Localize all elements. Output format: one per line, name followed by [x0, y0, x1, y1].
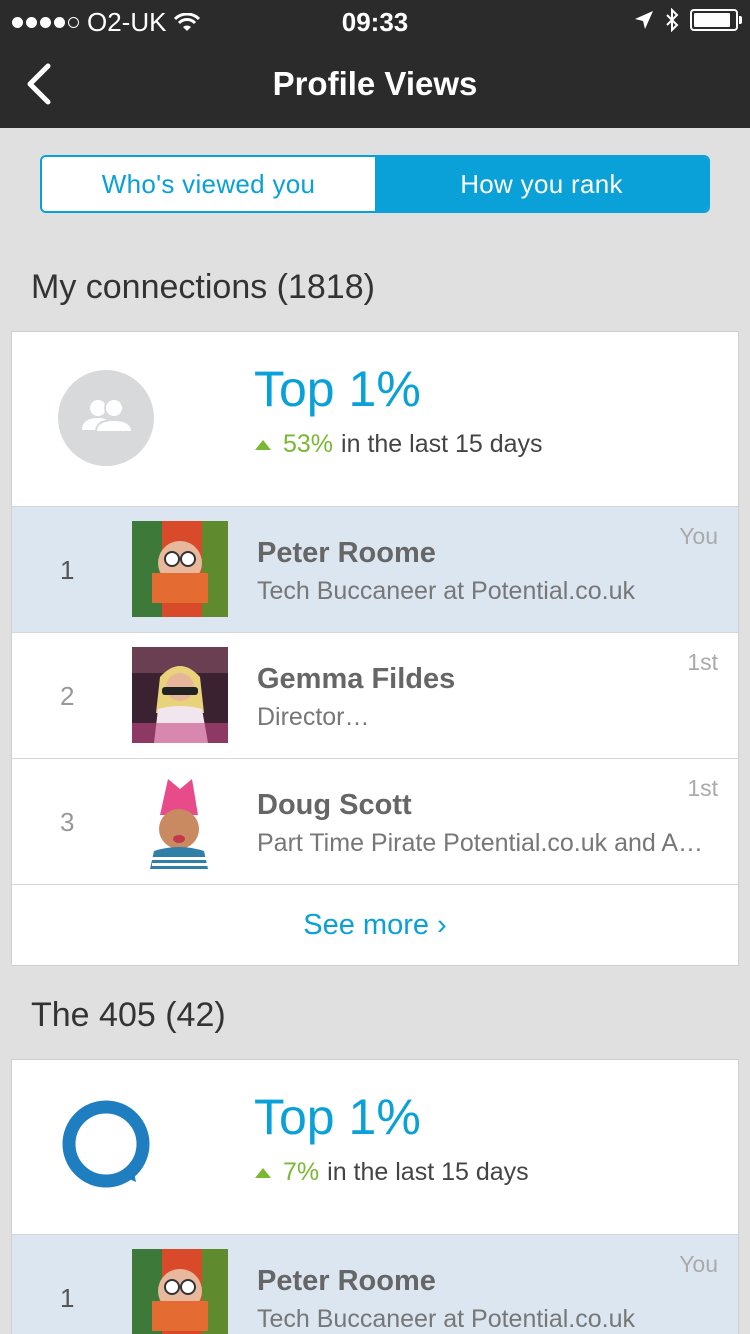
- avatar: [132, 521, 228, 617]
- member-headline: Tech Buccaneer at Potential.co.uk: [257, 577, 636, 605]
- member-name: Peter Roome: [257, 1265, 436, 1297]
- section-title: My connections (1818): [31, 268, 375, 306]
- member-name: Doug Scott: [257, 789, 412, 821]
- people-icon: [58, 370, 154, 466]
- connection-degree: You: [679, 1251, 718, 1277]
- trend-period: in the last 15 days: [327, 1158, 529, 1186]
- connection-degree: 1st: [687, 649, 718, 675]
- rank-trend: 53% in the last 15 days: [255, 430, 543, 459]
- rank-trend: 7% in the last 15 days: [255, 1158, 529, 1187]
- avatar: [132, 1249, 228, 1334]
- bluetooth-icon: [666, 8, 679, 32]
- chat-bubble-icon: [62, 1100, 150, 1188]
- table-row[interactable]: 1 Peter Roome Tech Buccaneer at Potentia…: [12, 507, 738, 633]
- tab-how-you-rank[interactable]: How you rank: [375, 157, 708, 211]
- see-more-link[interactable]: See more ›: [12, 885, 738, 965]
- member-name: Peter Roome: [257, 537, 436, 569]
- battery-icon: [690, 9, 742, 31]
- table-row[interactable]: 3 Doug Scott Part Time Pirate Potential.…: [12, 759, 738, 885]
- trend-percent: 7%: [283, 1158, 320, 1186]
- rank-card: Top 1% 53% in the last 15 days 1 Peter R…: [11, 331, 739, 966]
- nav-bar: Profile Views: [0, 40, 750, 128]
- trend-up-icon: [255, 439, 271, 450]
- rank-percentile: Top 1%: [254, 1089, 421, 1145]
- tab-whos-viewed-you[interactable]: Who's viewed you: [42, 157, 375, 211]
- section-title: The 405 (42): [31, 996, 226, 1034]
- member-headline: Part Time Pirate Potential.co.uk and A…: [257, 829, 704, 857]
- page-title: Profile Views: [272, 65, 478, 102]
- rank-summary[interactable]: Top 1% 53% in the last 15 days: [12, 332, 738, 507]
- rank-card: Top 1% 7% in the last 15 days 1 Peter Ro…: [11, 1059, 739, 1334]
- rank-number: 2: [60, 681, 75, 711]
- status-bar: O2-UK 09:33: [0, 0, 750, 40]
- member-name: Gemma Fildes: [257, 663, 456, 695]
- avatar: [132, 647, 228, 743]
- member-headline: Director…: [257, 703, 370, 731]
- member-headline: Tech Buccaneer at Potential.co.uk: [257, 1305, 636, 1333]
- table-row[interactable]: 1 Peter Roome Tech Buccaneer at Potentia…: [12, 1235, 738, 1334]
- trend-period: in the last 15 days: [341, 430, 543, 458]
- rank-number: 1: [60, 555, 75, 585]
- connection-degree: 1st: [687, 775, 718, 801]
- trend-up-icon: [255, 1167, 271, 1178]
- rank-percentile: Top 1%: [254, 361, 421, 417]
- table-row[interactable]: 2 Gemma Fildes Director… 1st: [12, 633, 738, 759]
- segmented-control: Who's viewed you How you rank: [40, 155, 710, 213]
- status-icons: [634, 8, 742, 32]
- avatar: [132, 773, 228, 869]
- rank-summary[interactable]: Top 1% 7% in the last 15 days: [12, 1060, 738, 1235]
- location-arrow-icon: [635, 11, 653, 29]
- trend-percent: 53%: [283, 430, 334, 458]
- rank-number: 1: [60, 1283, 75, 1313]
- rank-number: 3: [60, 807, 75, 837]
- connection-degree: You: [679, 523, 718, 549]
